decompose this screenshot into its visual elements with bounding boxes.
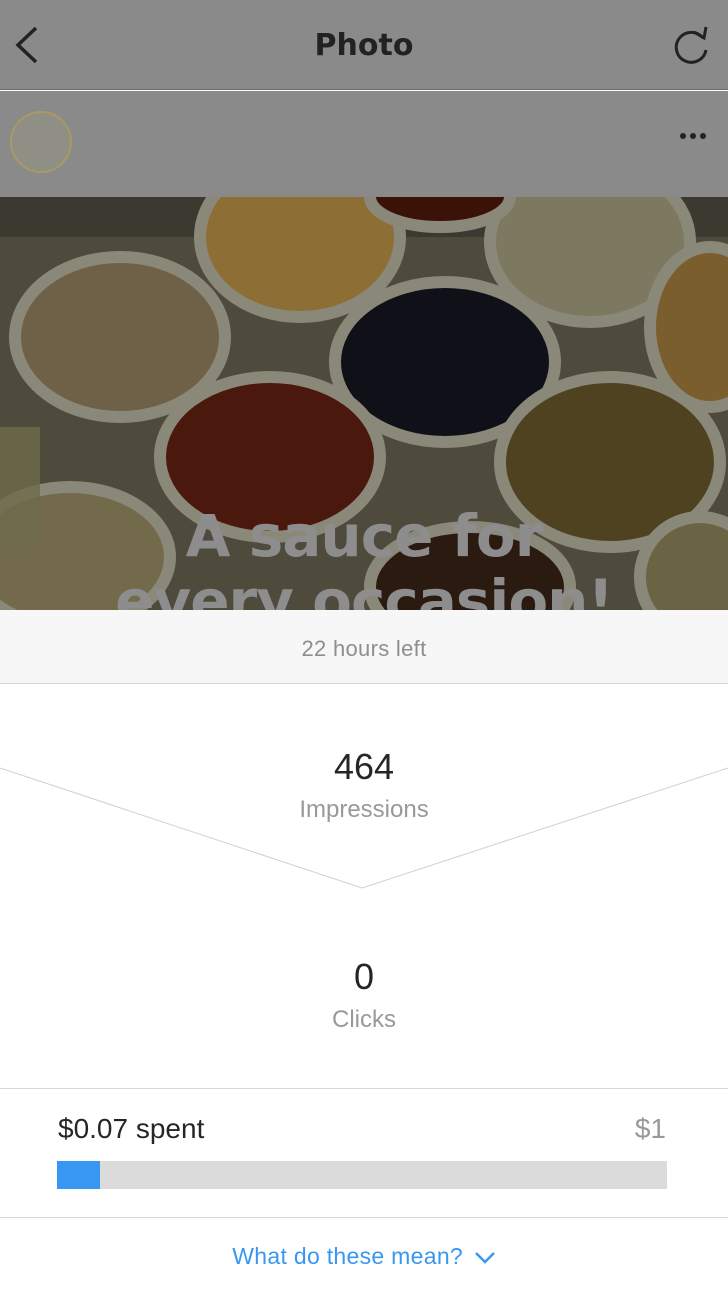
- total-budget: $1: [634, 1113, 666, 1144]
- page-title: Photo: [314, 28, 414, 63]
- section-divider: [0, 1088, 728, 1089]
- help-link-label: What do these mean?: [232, 1243, 464, 1269]
- more-horizontal-icon: [680, 133, 706, 139]
- impressions-value: 464: [333, 746, 395, 787]
- budget-progress-bar: [57, 1161, 667, 1189]
- section-divider: [0, 1217, 728, 1218]
- more-options-button[interactable]: [678, 129, 708, 143]
- chevron-down-icon: [474, 1252, 495, 1264]
- budget-progress-fill: [57, 1161, 100, 1189]
- clicks-value: 0: [353, 956, 375, 997]
- amount-spent: $0.07 spent: [58, 1113, 205, 1144]
- avatar[interactable]: [10, 111, 72, 173]
- refresh-button[interactable]: [670, 22, 714, 68]
- photo-caption-line: A sauce for: [185, 502, 544, 570]
- post-header: [0, 91, 728, 197]
- time-left-label: 22 hours left: [301, 636, 427, 661]
- time-remaining-bar: 22 hours left: [0, 610, 728, 684]
- promotion-insights-sheet: 22 hours left 464 Impressions 0 Clicks $…: [0, 610, 728, 1295]
- post-photo: A sauce for every occasion!: [0, 197, 728, 610]
- navigation-bar: Photo: [0, 0, 728, 90]
- refresh-icon: [674, 26, 708, 64]
- photo-caption-line: every occasion!: [115, 567, 614, 610]
- impressions-label: Impressions: [299, 796, 429, 823]
- clicks-label: Clicks: [332, 1006, 396, 1033]
- what-do-these-mean-link[interactable]: What do these mean?: [0, 1243, 728, 1270]
